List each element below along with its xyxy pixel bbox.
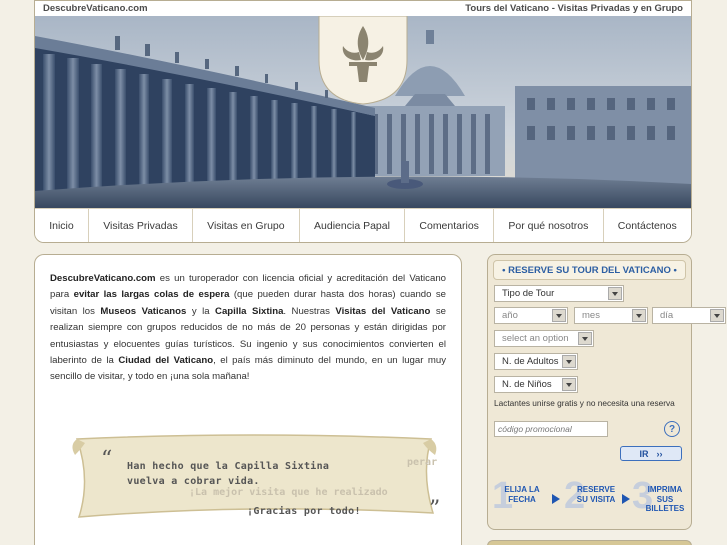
- intro-site-name: DescubreVaticano.com: [50, 273, 156, 284]
- nav-por-que-nosotros[interactable]: Por qué nosotros: [494, 209, 604, 242]
- testimonial-line: Han hecho que la Capilla Sixtina: [127, 461, 330, 472]
- step-2-label: RESERVE SU VISITA: [576, 485, 616, 504]
- site-tagline: Tours del Vaticano - Visitas Privadas y …: [465, 3, 683, 14]
- nav-visitas-privadas[interactable]: Visitas Privadas: [89, 209, 193, 242]
- booking-title: • RESERVE SU TOUR DEL VATICANO •: [493, 260, 686, 280]
- testimonial-line: vuelva a cobrar vida.: [127, 476, 260, 487]
- main-content-panel: DescubreVaticano.com es un turoperador c…: [34, 254, 462, 545]
- help-icon[interactable]: ?: [664, 421, 680, 437]
- year-select[interactable]: año: [494, 307, 568, 324]
- vatican-banner-image: [35, 16, 691, 208]
- double-chevron-right-icon: ››: [656, 448, 663, 459]
- month-placeholder: mes: [582, 310, 600, 321]
- day-placeholder: día: [660, 310, 674, 321]
- testimonial-line: ¡Gracias por todo!: [247, 506, 361, 517]
- close-quote-icon: ”: [429, 497, 441, 522]
- intro-highlight: Museos Vaticanos: [100, 305, 187, 317]
- option-placeholder: select an option: [502, 333, 569, 344]
- day-select[interactable]: día: [652, 307, 726, 324]
- nav-visitas-en-grupo[interactable]: Visitas en Grupo: [193, 209, 300, 242]
- chevron-down-icon: [608, 287, 622, 300]
- nav-contactenos[interactable]: Contáctenos: [604, 209, 691, 242]
- infants-note: Lactantes unirse gratis y no necesita un…: [494, 398, 675, 408]
- nav-audiencia-papal[interactable]: Audiencia Papal: [300, 209, 406, 242]
- top-bar: DescubreVaticano.com Tours del Vaticano …: [35, 1, 691, 16]
- step-1-label: ELIJA LA FECHA: [504, 485, 540, 504]
- nav-inicio[interactable]: Inicio: [35, 209, 89, 242]
- bottom-banner-strip: [487, 540, 692, 545]
- arrow-right-icon: [552, 494, 560, 504]
- intro-highlight: Visitas del Vaticano: [335, 305, 431, 317]
- arrow-right-icon: [622, 494, 630, 504]
- testimonial-text: Han hecho que la Capilla Sixtina vuelva …: [127, 459, 361, 519]
- go-button[interactable]: IR ››: [620, 446, 682, 461]
- header-frame: DescubreVaticano.com Tours del Vaticano …: [34, 0, 692, 243]
- children-select[interactable]: N. de Niños: [494, 376, 578, 393]
- tour-type-select[interactable]: Tipo de Tour: [494, 285, 624, 302]
- main-nav: Inicio Visitas Privadas Visitas en Grupo…: [35, 208, 691, 242]
- promo-code-input[interactable]: código promocional: [494, 421, 608, 437]
- option-select[interactable]: select an option: [494, 330, 594, 347]
- booking-form: • RESERVE SU TOUR DEL VATICANO • Tipo de…: [487, 254, 726, 530]
- chevron-down-icon: [710, 309, 724, 322]
- nav-comentarios[interactable]: Comentarios: [405, 209, 495, 242]
- intro-text: . Nuestras: [283, 305, 336, 317]
- adults-select[interactable]: N. de Adultos: [494, 353, 578, 370]
- intro-highlight: Capilla Sixtina: [215, 305, 284, 317]
- chevron-down-icon: [552, 309, 566, 322]
- children-value: N. de Niños: [502, 379, 552, 390]
- go-button-label: IR: [639, 448, 649, 459]
- chevron-down-icon: [562, 355, 576, 368]
- open-quote-icon: “: [101, 447, 113, 472]
- year-placeholder: año: [502, 310, 518, 321]
- intro-text: y la: [186, 305, 216, 317]
- intro-paragraph: DescubreVaticano.com es un turoperador c…: [50, 271, 446, 386]
- intro-highlight: Ciudad del Vaticano: [118, 355, 214, 367]
- adults-value: N. de Adultos: [502, 356, 559, 367]
- site-name[interactable]: DescubreVaticano.com: [43, 3, 148, 14]
- month-select[interactable]: mes: [574, 307, 648, 324]
- chevron-down-icon: [578, 332, 592, 345]
- chevron-down-icon: [562, 378, 576, 391]
- step-3-label: IMPRIMA SUS BILLETES: [645, 485, 685, 513]
- testimonial-scroll: perar ¡La mejor visita que he realizado …: [69, 433, 441, 523]
- booking-steps: 1 ELIJA LA FECHA 2 RESERVE SU VISITA 3 I…: [492, 475, 688, 519]
- tour-type-value: Tipo de Tour: [502, 288, 555, 299]
- chevron-down-icon: [632, 309, 646, 322]
- intro-highlight: evitar las largas colas de espera: [73, 289, 230, 301]
